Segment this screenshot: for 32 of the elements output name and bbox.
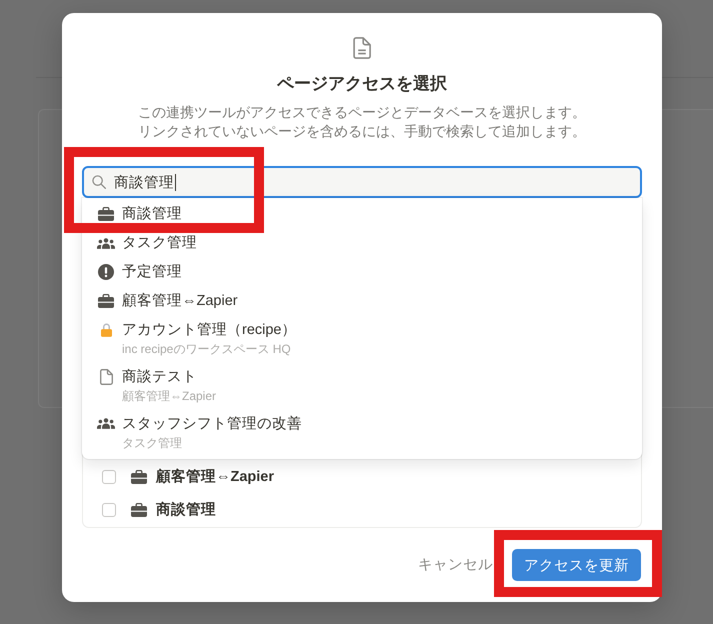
people-icon xyxy=(97,418,115,429)
search-result-item[interactable]: アカウント管理（recipe） inc recipeのワークスペース HQ xyxy=(82,316,642,362)
text-cursor-icon xyxy=(175,174,176,190)
page-title: 商談管理 xyxy=(156,500,216,519)
page-icon xyxy=(100,368,112,384)
briefcase-icon xyxy=(98,294,114,308)
cancel-button[interactable]: キャンセル xyxy=(418,555,493,575)
search-result-item[interactable]: 商談管理 xyxy=(82,205,642,223)
briefcase-icon xyxy=(98,207,114,221)
search-result-item[interactable]: 商談テスト 顧客管理⇔Zapier xyxy=(82,362,642,410)
search-result-item[interactable]: タスク管理 xyxy=(82,234,642,252)
result-path: タスク管理 xyxy=(122,434,183,452)
search-result-item[interactable]: 予定管理 xyxy=(82,263,642,281)
lock-icon xyxy=(100,322,112,336)
search-result-item[interactable]: 顧客管理⇔Zapier xyxy=(82,292,642,310)
people-icon xyxy=(97,238,115,248)
exclamation-icon xyxy=(98,264,114,280)
page-title: 顧客管理⇔Zapier xyxy=(156,467,274,486)
document-icon xyxy=(353,37,371,59)
result-path: 顧客管理⇔Zapier xyxy=(122,388,216,404)
briefcase-icon xyxy=(131,502,147,516)
briefcase-icon xyxy=(131,470,147,484)
dialog-description: この連携ツールがアクセスできるページとデータベースを選択します。 xyxy=(138,103,586,122)
update-access-button[interactable]: アクセスを更新 xyxy=(512,549,641,581)
dialog-description: リンクされていないページを含めるには、手動で検索して追加します。 xyxy=(138,122,586,141)
checkbox[interactable] xyxy=(102,502,116,516)
search-result-item[interactable]: スタッフシフト管理の改善 タスク管理 xyxy=(82,410,642,456)
checkbox[interactable] xyxy=(102,470,116,484)
dialog-title: ページアクセスを選択 xyxy=(277,73,447,95)
search-field[interactable]: 商談管理 xyxy=(82,166,642,198)
result-path: inc recipeのワークスペース HQ xyxy=(122,340,292,358)
search-icon xyxy=(92,175,106,189)
